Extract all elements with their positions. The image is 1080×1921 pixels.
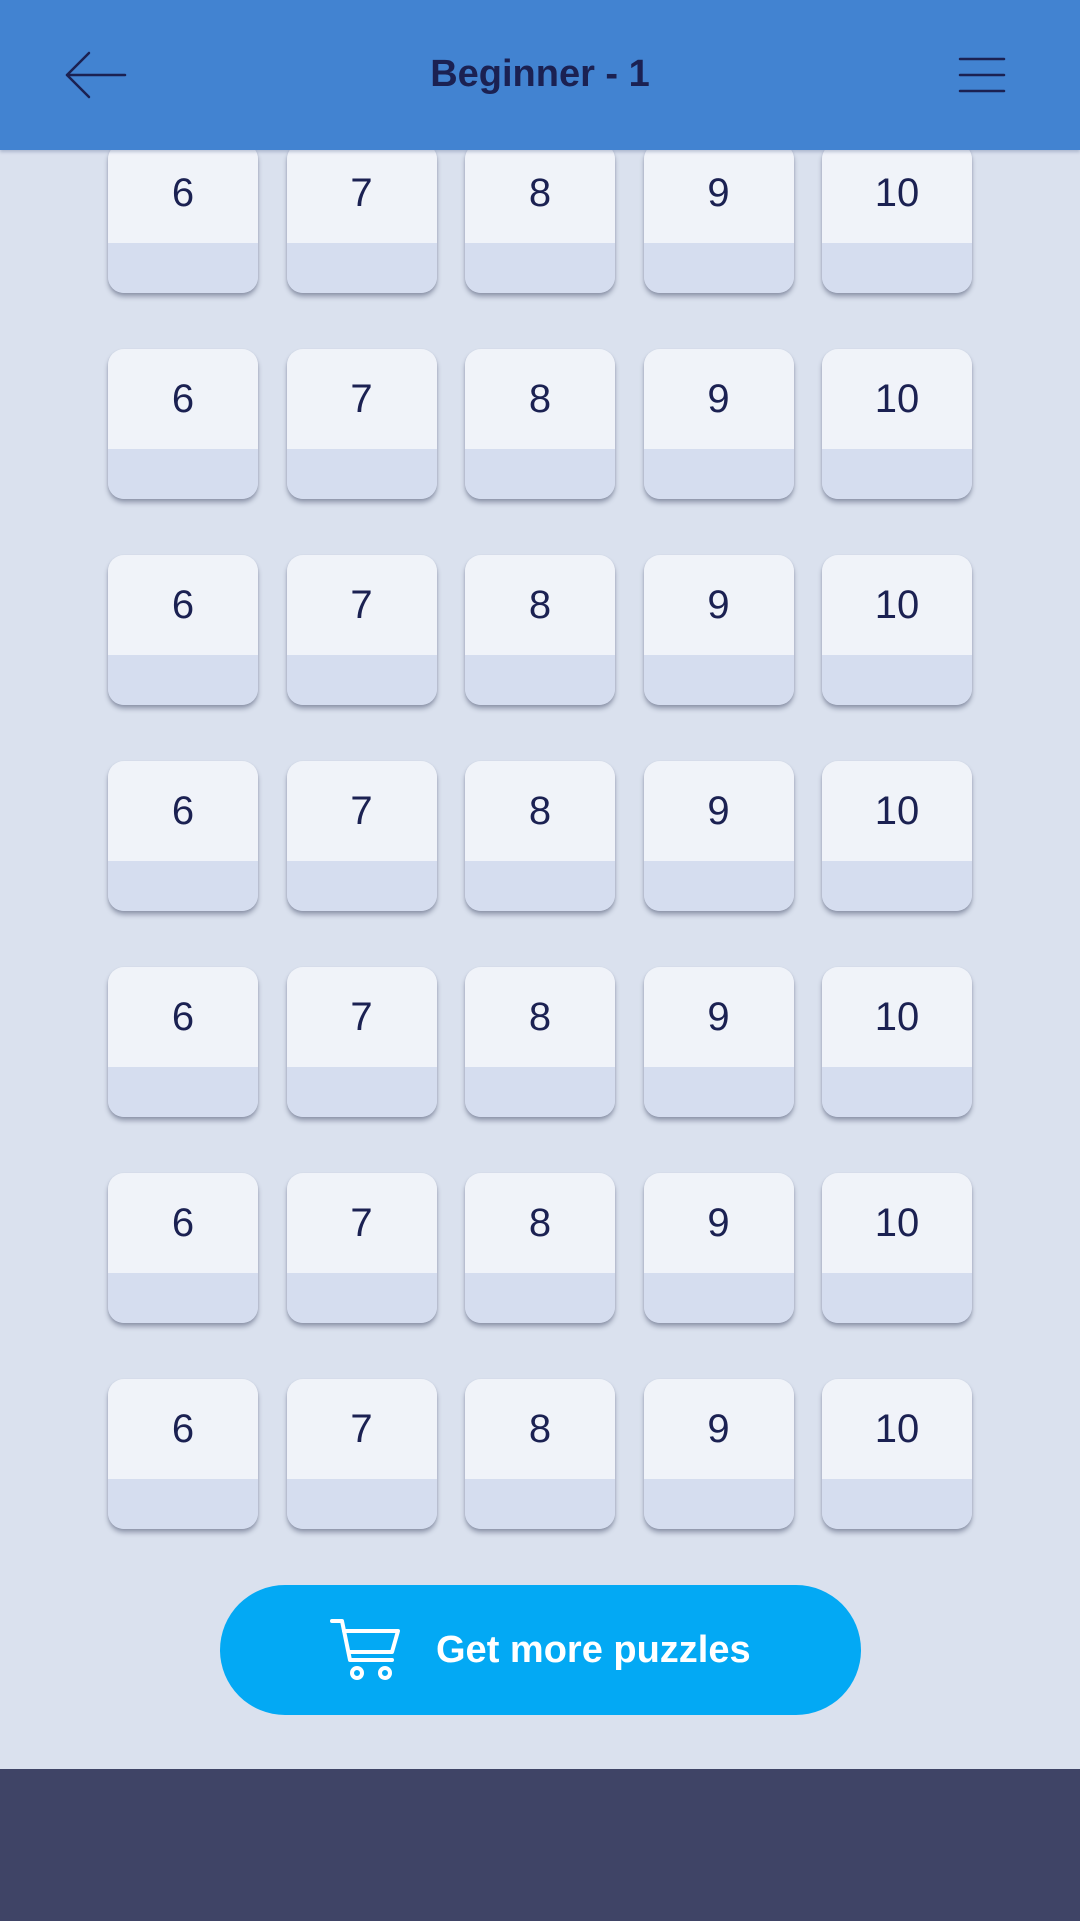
- puzzle-tile-number: 7: [350, 377, 373, 421]
- puzzle-tile[interactable]: 6: [108, 349, 258, 499]
- get-more-puzzles-button[interactable]: Get more puzzles: [220, 1585, 861, 1715]
- puzzle-tile-number: 9: [707, 377, 730, 421]
- bottom-bar: [0, 1769, 1080, 1921]
- puzzle-tile-number: 10: [874, 1407, 920, 1451]
- puzzle-tile[interactable]: 6: [108, 967, 258, 1117]
- puzzle-tile[interactable]: 10: [822, 1173, 972, 1323]
- puzzle-tile-number: 7: [350, 1407, 373, 1451]
- puzzle-tile-number: 7: [350, 583, 373, 627]
- puzzle-tile-number: 8: [528, 171, 552, 215]
- puzzle-tile[interactable]: 10: [822, 555, 972, 705]
- puzzle-tile-number: 10: [874, 583, 920, 627]
- puzzle-tile[interactable]: 7: [286, 1379, 437, 1529]
- puzzle-tile-number: 9: [707, 789, 730, 833]
- puzzle-tile-number: 7: [350, 789, 373, 833]
- shopping-cart-icon: [330, 1619, 400, 1680]
- puzzle-tile-number: 9: [707, 1201, 730, 1245]
- puzzle-tile[interactable]: 8: [465, 349, 615, 499]
- puzzle-tile-number: 8: [528, 583, 552, 627]
- puzzle-tile[interactable]: 9: [643, 967, 794, 1117]
- puzzle-tile[interactable]: 8: [465, 555, 615, 705]
- puzzle-tile[interactable]: 8: [465, 143, 615, 293]
- puzzle-tile-number: 10: [874, 1201, 920, 1245]
- puzzle-tile-number: 7: [350, 995, 373, 1039]
- puzzle-tile[interactable]: 8: [465, 761, 615, 911]
- puzzle-tile-number: 8: [528, 377, 552, 421]
- puzzle-tile[interactable]: 9: [643, 143, 794, 293]
- hamburger-menu-icon: [958, 57, 1006, 93]
- puzzle-tile-number: 9: [707, 995, 730, 1039]
- puzzle-tile[interactable]: 10: [822, 967, 972, 1117]
- puzzle-tile[interactable]: 9: [643, 1379, 794, 1529]
- puzzle-tile[interactable]: 8: [465, 1379, 615, 1529]
- puzzle-tile-number: 6: [171, 377, 195, 421]
- puzzle-tile-number: 6: [171, 171, 195, 215]
- puzzle-grid: 6 7 8 9 10 6 7 8 9 10 6 7 8 9 10 6 7 8 9 10 6 7 8 9 10 6 7 8 9 10 6 7 8 9…: [108, 143, 972, 1529]
- puzzle-tile[interactable]: 6: [108, 761, 258, 911]
- menu-button[interactable]: [950, 45, 1014, 105]
- puzzle-tile-number: 10: [874, 995, 920, 1039]
- puzzle-tile-number: 9: [707, 171, 730, 215]
- puzzle-tile-number: 8: [528, 1201, 552, 1245]
- puzzle-tile[interactable]: 7: [286, 143, 437, 293]
- back-button[interactable]: [58, 42, 134, 108]
- puzzle-tile[interactable]: 10: [822, 349, 972, 499]
- puzzle-tile-number: 8: [528, 995, 552, 1039]
- puzzle-tile[interactable]: 8: [465, 967, 615, 1117]
- puzzle-tile[interactable]: 7: [286, 761, 437, 911]
- puzzle-tile-number: 6: [171, 583, 195, 627]
- puzzle-tile[interactable]: 10: [822, 1379, 972, 1529]
- puzzle-tile[interactable]: 7: [286, 349, 437, 499]
- puzzle-tile[interactable]: 9: [643, 349, 794, 499]
- puzzle-tile-number: 9: [707, 583, 730, 627]
- puzzle-tile-number: 8: [528, 789, 552, 833]
- puzzle-tile-number: 10: [874, 171, 920, 215]
- page-title: Beginner - 1: [430, 53, 650, 95]
- arrow-left-icon: [65, 51, 127, 99]
- puzzle-tile[interactable]: 6: [108, 143, 258, 293]
- puzzle-tile[interactable]: 10: [822, 761, 972, 911]
- puzzle-tile[interactable]: 6: [108, 1379, 258, 1529]
- get-more-puzzles-label: Get more puzzles: [436, 1629, 751, 1671]
- puzzle-tile-number: 6: [171, 1407, 195, 1451]
- puzzle-tile[interactable]: 8: [465, 1173, 615, 1323]
- puzzle-tile-number: 6: [171, 1201, 195, 1245]
- puzzle-tile-number: 7: [350, 1201, 373, 1245]
- puzzle-tile[interactable]: 6: [108, 1173, 258, 1323]
- app-bar: Beginner - 1: [0, 0, 1080, 150]
- puzzle-tile-number: 8: [528, 1407, 552, 1451]
- puzzle-tile-number: 7: [350, 171, 373, 215]
- puzzle-tile-number: 9: [707, 1407, 730, 1451]
- puzzle-tile-number: 6: [171, 995, 195, 1039]
- puzzle-tile[interactable]: 6: [108, 555, 258, 705]
- puzzle-tile[interactable]: 9: [643, 761, 794, 911]
- puzzle-tile[interactable]: 7: [286, 967, 437, 1117]
- puzzle-tile[interactable]: 7: [286, 1173, 437, 1323]
- puzzle-tile-number: 10: [874, 377, 920, 421]
- puzzle-tile[interactable]: 10: [822, 143, 972, 293]
- puzzle-tile[interactable]: 9: [643, 555, 794, 705]
- puzzle-tile-number: 6: [171, 789, 195, 833]
- puzzle-tile-number: 10: [874, 789, 920, 833]
- puzzle-tile[interactable]: 7: [286, 555, 437, 705]
- puzzle-tile[interactable]: 9: [643, 1173, 794, 1323]
